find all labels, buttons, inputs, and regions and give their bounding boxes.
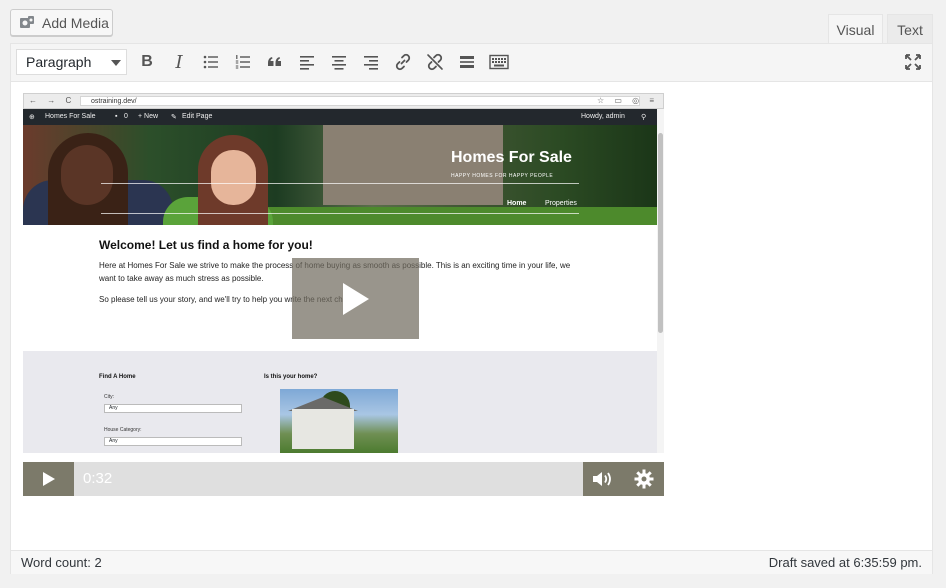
- read-more-icon: [460, 56, 474, 68]
- category-select: Any: [104, 437, 242, 446]
- video-lower-section: Find A Home Is this your home? City: Any…: [23, 351, 657, 453]
- editor-frame: Paragraph B I ← → C ⌂ ostraining.dev/ ☆ …: [10, 43, 933, 574]
- volume-icon: [593, 472, 611, 486]
- admin-bar-edit: Edit Page: [182, 113, 213, 120]
- fullscreen-icon: [905, 54, 921, 70]
- bulleted-list-icon: [203, 55, 218, 69]
- gear-icon: [634, 469, 653, 489]
- draft-saved-status: Draft saved at 6:35:59 pm.: [768, 555, 922, 570]
- admin-bar-site: Homes For Sale: [45, 113, 96, 120]
- align-left-button[interactable]: [297, 52, 317, 72]
- blockquote-icon: [268, 57, 281, 66]
- editor-toolbar: Paragraph B I: [11, 44, 932, 82]
- align-center-button[interactable]: [329, 52, 349, 72]
- video-embed[interactable]: ← → C ⌂ ostraining.dev/ ☆ ▭ ◎ ≡ ⊕ Homes …: [23, 93, 664, 453]
- align-right-icon: [364, 56, 378, 70]
- hero-person-2-face: [211, 150, 256, 205]
- play-icon: [42, 472, 55, 486]
- video-controls: 0:32: [23, 462, 664, 496]
- hero-person-1-face: [61, 145, 113, 205]
- align-right-button[interactable]: [361, 52, 381, 72]
- remove-link-button[interactable]: [425, 52, 445, 72]
- format-select-value: Paragraph: [26, 54, 92, 70]
- admin-bar-new: + New: [138, 113, 159, 120]
- video-browser-bar: ← → C ⌂ ostraining.dev/ ☆ ▭ ◎ ≡: [23, 93, 664, 109]
- bold-button[interactable]: B: [137, 52, 157, 72]
- search-icon: ⚲: [641, 114, 647, 121]
- paragraph-format-select[interactable]: Paragraph: [16, 49, 127, 75]
- video-scrollbar-thumb: [658, 133, 663, 333]
- hero-divider-top: [101, 183, 579, 184]
- unlink-icon: [427, 53, 443, 71]
- video-time: 0:32: [83, 470, 113, 487]
- pencil-icon: ✎: [171, 114, 177, 121]
- browser-url: ostraining.dev/: [80, 96, 640, 106]
- blockquote-button[interactable]: [265, 52, 285, 72]
- numbered-list-icon: [235, 55, 250, 69]
- video-volume-button[interactable]: [583, 462, 623, 496]
- align-center-icon: [332, 56, 346, 70]
- hero-image: Homes For Sale HAPPY HOMES FOR HAPPY PEO…: [23, 125, 657, 225]
- hero-title: Homes For Sale: [451, 149, 572, 166]
- word-count: Word count: 2: [21, 555, 102, 570]
- numbered-list-button[interactable]: [233, 52, 253, 72]
- house-photo-body: [292, 409, 354, 449]
- hero-divider-bottom: [101, 213, 579, 214]
- toolbar-toggle-button[interactable]: [489, 52, 509, 72]
- hero-nav-home: Home: [507, 200, 527, 207]
- read-more-button[interactable]: [457, 52, 477, 72]
- play-icon: [342, 282, 369, 315]
- welcome-heading: Welcome! Let us find a home for you!: [99, 238, 313, 252]
- insert-link-button[interactable]: [393, 52, 413, 72]
- chevron-down-icon: [111, 60, 121, 66]
- wp-logo-icon: ⊕: [29, 114, 35, 121]
- link-icon: [395, 53, 411, 71]
- bulleted-list-button[interactable]: [201, 52, 221, 72]
- category-label: House Category:: [104, 427, 142, 433]
- media-camera-icon: [19, 15, 35, 31]
- tab-visual[interactable]: Visual: [828, 14, 883, 44]
- fullscreen-button[interactable]: [903, 52, 923, 72]
- is-this-home-heading: Is this your home?: [264, 374, 318, 380]
- admin-bar-comments-icon: ▪: [115, 113, 118, 120]
- city-label: City:: [104, 394, 114, 400]
- wp-admin-bar: ⊕ Homes For Sale ▪ 0 + New ✎ Edit Page H…: [23, 109, 664, 125]
- city-select: Any: [104, 404, 242, 413]
- hero-tagline: HAPPY HOMES FOR HAPPY PEOPLE: [451, 173, 554, 179]
- add-media-label: Add Media: [42, 14, 109, 31]
- house-photo: [280, 389, 398, 453]
- video-big-play-button[interactable]: [292, 258, 419, 339]
- video-scrollbar: [657, 109, 664, 453]
- video-settings-button[interactable]: [623, 462, 664, 496]
- align-left-icon: [300, 56, 314, 70]
- editor-status-bar: Word count: 2 Draft saved at 6:35:59 pm.: [11, 550, 932, 574]
- browser-right-icons: ☆ ▭ ◎ ≡: [596, 96, 658, 105]
- video-play-button[interactable]: [23, 462, 74, 496]
- italic-button[interactable]: I: [169, 52, 189, 73]
- hero-nav-properties: Properties: [545, 200, 577, 207]
- tab-text[interactable]: Text: [887, 14, 933, 44]
- admin-bar-comments: 0: [124, 113, 128, 120]
- find-home-heading: Find A Home: [99, 374, 136, 380]
- admin-bar-howdy: Howdy, admin: [581, 113, 625, 120]
- keyboard-icon: [489, 54, 509, 70]
- add-media-button[interactable]: Add Media: [10, 9, 113, 36]
